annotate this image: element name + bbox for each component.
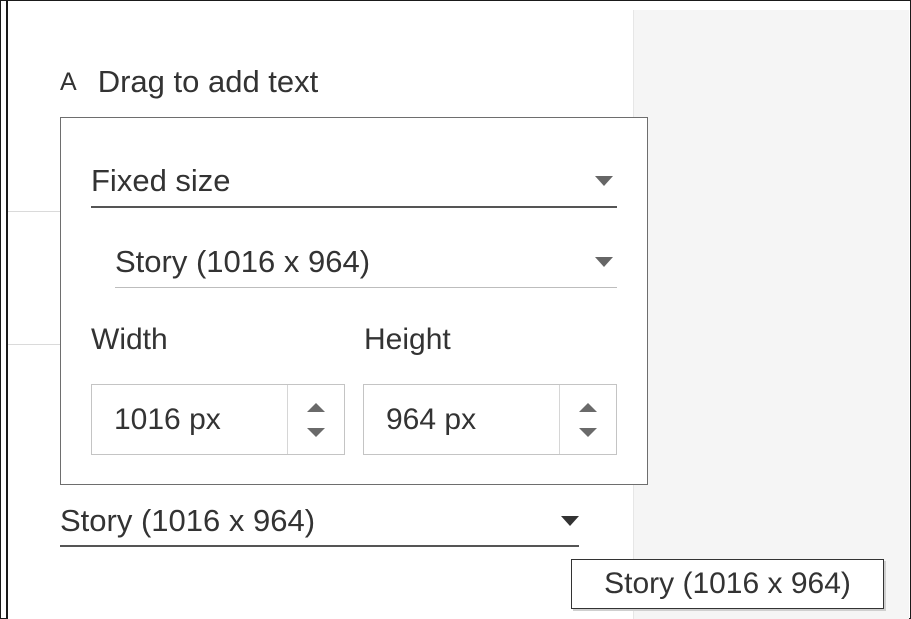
decrement-icon[interactable]: [307, 427, 325, 437]
text-object-item[interactable]: A Drag to add text: [60, 62, 318, 102]
size-preset-value: Story (1016 x 964): [115, 244, 371, 279]
tooltip: Story (1016 x 964): [571, 559, 884, 609]
height-stepper-buttons: [559, 385, 616, 454]
height-stepper[interactable]: 964 px: [363, 384, 617, 455]
canvas-area: [634, 10, 909, 619]
height-input[interactable]: 964 px: [364, 385, 559, 454]
left-border: [6, 0, 8, 619]
text-A-icon: A: [60, 67, 77, 96]
increment-icon[interactable]: [307, 402, 325, 412]
width-label: Width: [91, 323, 168, 356]
caret-down-icon: [595, 257, 613, 267]
height-label: Height: [364, 323, 451, 356]
caret-down-icon: [595, 176, 613, 186]
size-preset-select[interactable]: Story (1016 x 964): [115, 237, 617, 288]
size-mode-value: Fixed size: [91, 163, 231, 198]
width-stepper[interactable]: 1016 px: [91, 384, 345, 455]
increment-icon[interactable]: [579, 402, 597, 412]
text-object-label: Drag to add text: [97, 64, 319, 99]
size-popup: Fixed size Story (1016 x 964) Width Heig…: [60, 117, 648, 485]
width-input[interactable]: 1016 px: [92, 385, 287, 454]
section-divider: [8, 344, 60, 345]
section-divider: [8, 211, 60, 212]
width-stepper-buttons: [287, 385, 344, 454]
size-mode-select[interactable]: Fixed size: [91, 156, 617, 208]
caret-down-icon: [561, 516, 579, 526]
dashboard-size-dropdown[interactable]: Story (1016 x 964): [60, 497, 579, 547]
decrement-icon[interactable]: [579, 427, 597, 437]
dashboard-size-value: Story (1016 x 964): [60, 503, 316, 538]
